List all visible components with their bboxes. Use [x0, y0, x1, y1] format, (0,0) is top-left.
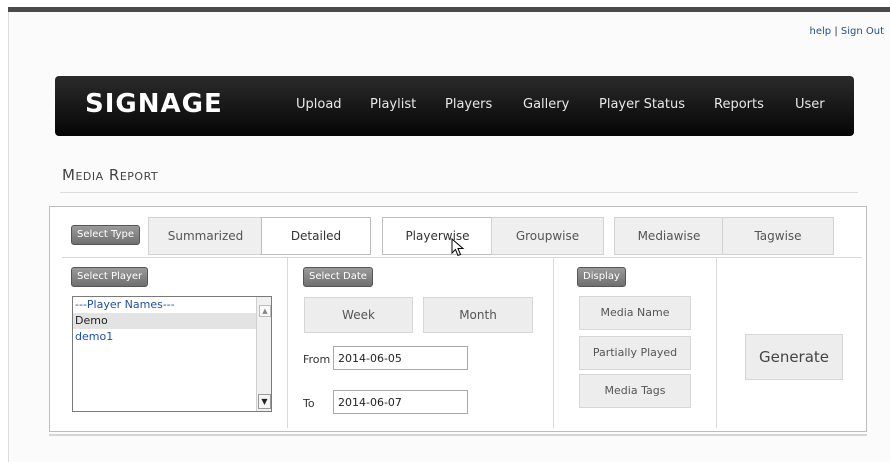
sign-out-link[interactable]: Sign Out: [841, 26, 884, 37]
nav-reports[interactable]: Reports: [714, 97, 764, 112]
page-title-first: Media: [62, 166, 104, 184]
chevron-up-icon[interactable]: ▲: [259, 305, 271, 317]
page-title-second: Report: [108, 166, 159, 184]
to-date-input[interactable]: 2014-06-07: [333, 390, 468, 414]
help-link[interactable]: help: [810, 26, 832, 37]
select-date-label: Select Date: [303, 267, 373, 287]
tab-summarized[interactable]: Summarized: [148, 217, 263, 255]
to-label: To: [303, 397, 315, 410]
logo[interactable]: SIGNAGE: [85, 89, 223, 119]
list-item[interactable]: demo1: [73, 329, 271, 345]
chevron-down-icon[interactable]: ▼: [258, 394, 271, 409]
nav-gallery[interactable]: Gallery: [523, 97, 569, 112]
column-divider-3: [716, 258, 717, 428]
nav-upload[interactable]: Upload: [296, 97, 342, 112]
link-separator: |: [834, 26, 838, 37]
display-label: Display: [577, 267, 626, 287]
page-title: Media Report: [62, 166, 158, 184]
mouse-pointer-icon: [451, 238, 465, 257]
tab-detailed[interactable]: Detailed: [261, 217, 371, 255]
main-navbar: SIGNAGE Upload Playlist Players Gallery …: [55, 76, 854, 136]
from-label: From: [303, 353, 331, 366]
nav-player-status[interactable]: Player Status: [599, 97, 685, 112]
title-divider: [60, 192, 858, 193]
generate-button[interactable]: Generate: [745, 334, 843, 380]
tab-mediawise[interactable]: Mediawise: [614, 217, 724, 255]
list-item[interactable]: Demo: [73, 313, 271, 329]
section-divider: [62, 257, 862, 258]
select-player-label: Select Player: [71, 267, 149, 287]
tab-groupwise[interactable]: Groupwise: [491, 217, 604, 255]
select-type-label: Select Type: [71, 225, 140, 245]
listbox-scrollbar[interactable]: ▲ ▼: [256, 297, 271, 411]
column-divider-1: [287, 258, 288, 428]
nav-players[interactable]: Players: [445, 97, 492, 112]
month-button[interactable]: Month: [423, 297, 533, 333]
media-name-button[interactable]: Media Name: [579, 296, 691, 330]
nav-playlist[interactable]: Playlist: [370, 97, 416, 112]
player-listbox[interactable]: ---Player Names--- Demo demo1 ▲ ▼: [72, 296, 272, 412]
nav-user[interactable]: User: [795, 97, 825, 112]
tab-tagwise[interactable]: Tagwise: [722, 217, 834, 255]
column-divider-2: [553, 258, 554, 428]
top-links: help | Sign Out: [810, 26, 885, 37]
media-tags-button[interactable]: Media Tags: [579, 374, 691, 408]
from-date-input[interactable]: 2014-06-05: [333, 346, 468, 370]
partially-played-button[interactable]: Partially Played: [579, 336, 691, 370]
list-item[interactable]: ---Player Names---: [73, 297, 271, 313]
panel-bottom-rule: [49, 434, 867, 436]
tab-playerwise[interactable]: Playerwise: [382, 217, 493, 255]
week-button[interactable]: Week: [304, 297, 413, 333]
